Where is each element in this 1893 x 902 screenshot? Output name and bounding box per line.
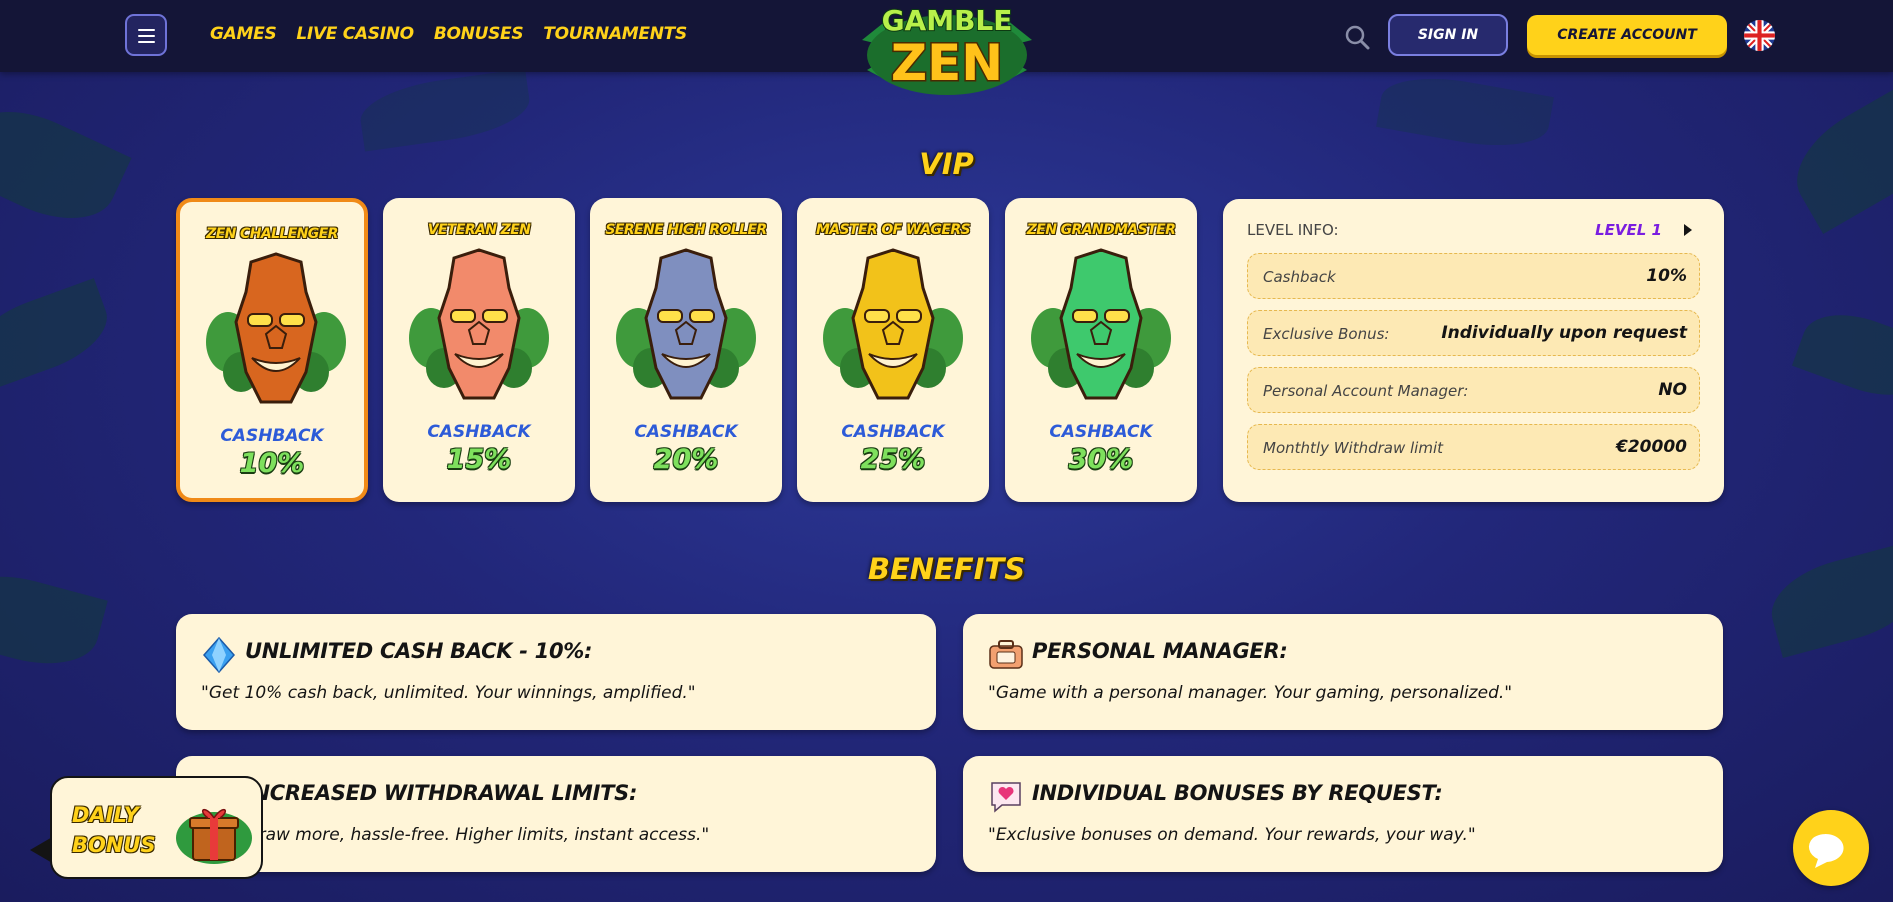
info-value: Individually upon request — [1441, 323, 1687, 343]
logo-text-gamble: GAMBLE — [882, 4, 1013, 37]
tier-cashback-percent: 30% — [1068, 444, 1134, 475]
vip-tier-card[interactable]: SERENE HIGH ROLLER CASHBACK 20% — [590, 198, 782, 502]
level-info-label: LEVEL INFO: — [1247, 221, 1339, 239]
leaf-decoration — [356, 68, 534, 152]
daily-bonus-line1: DAILY — [72, 803, 139, 827]
benefit-title: PERSONAL MANAGER: — [1032, 639, 1288, 663]
tiki-mask-icon — [616, 248, 756, 400]
benefit-desc: "Withdraw more, hassle-free. Higher limi… — [201, 825, 710, 845]
info-value: NO — [1658, 380, 1687, 400]
info-value: €20000 — [1616, 437, 1687, 457]
benefit-title: INDIVIDUAL BONUSES BY REQUEST: — [1032, 781, 1443, 805]
benefit-title: INCREASED WITHDRAWAL LIMITS: — [245, 781, 638, 805]
main-nav: GAMES LIVE CASINO BONUSES TOURNAMENTS — [210, 24, 687, 44]
tier-cashback-label: CASHBACK — [427, 422, 531, 442]
tier-cashback-percent: 10% — [239, 448, 305, 479]
benefits-title: BENEFITS — [867, 552, 1026, 586]
heart-message-icon — [991, 782, 1021, 813]
daily-bonus-widget[interactable]: DAILY BONUS — [50, 776, 263, 879]
benefit-desc: "Exclusive bonuses on demand. Your rewar… — [988, 825, 1476, 845]
tier-cashback-label: CASHBACK — [220, 426, 324, 446]
info-row-cashback: Cashback 10% — [1247, 253, 1700, 299]
daily-bonus-label: DAILY BONUS — [72, 800, 162, 860]
nav-tournaments[interactable]: TOURNAMENTS — [543, 24, 687, 44]
next-level-arrow-icon[interactable] — [1684, 224, 1692, 236]
logo-text-zen: ZEN — [891, 34, 1003, 92]
nav-games[interactable]: GAMES — [210, 24, 277, 44]
tier-name: ZEN CHALLENGER — [206, 226, 338, 242]
live-chat-button[interactable] — [1793, 810, 1869, 886]
info-value: 10% — [1646, 266, 1687, 286]
info-row-account-manager: Personal Account Manager: NO — [1247, 367, 1700, 413]
tiki-mask-icon — [206, 252, 346, 404]
manager-icon — [989, 640, 1023, 669]
leaf-decoration — [1376, 67, 1554, 157]
tier-cashback-percent: 20% — [653, 444, 719, 475]
tier-cashback-label: CASHBACK — [841, 422, 945, 442]
gift-icon — [176, 808, 252, 864]
sign-in-button[interactable]: SIGN IN — [1388, 14, 1508, 56]
info-row-exclusive-bonus: Exclusive Bonus: Individually upon reque… — [1247, 310, 1700, 356]
tier-cashback-label: CASHBACK — [634, 422, 738, 442]
tiki-mask-icon — [409, 248, 549, 400]
tier-name: VETERAN ZEN — [427, 222, 531, 238]
vip-tier-card[interactable]: VETERAN ZEN CASHBACK 15% — [383, 198, 575, 502]
search-icon[interactable] — [1344, 24, 1370, 50]
benefit-desc: "Game with a personal manager. Your gami… — [988, 683, 1513, 703]
diamond-icon — [202, 636, 236, 674]
leaf-decoration — [0, 278, 118, 392]
info-key: Cashback — [1263, 268, 1336, 286]
benefit-card-withdrawal: INCREASED WITHDRAWAL LIMITS: "Withdraw m… — [176, 756, 936, 872]
vip-tier-card[interactable]: MASTER OF WAGERS CASHBACK 25% — [797, 198, 989, 502]
hamburger-menu-button[interactable] — [125, 14, 167, 56]
info-row-withdraw-limit: Monthtly Withdraw limit €20000 — [1247, 424, 1700, 470]
vip-tier-card[interactable]: ZEN GRANDMASTER CASHBACK 30% — [1005, 198, 1197, 502]
nav-live-casino[interactable]: LIVE CASINO — [296, 24, 414, 44]
level-info-panel: LEVEL INFO: LEVEL 1 Cashback 10% Exclusi… — [1223, 199, 1724, 502]
info-key: Personal Account Manager: — [1263, 382, 1469, 400]
benefit-card-manager: PERSONAL MANAGER: "Game with a personal … — [963, 614, 1723, 730]
tiki-mask-icon — [1031, 248, 1171, 400]
uk-flag-icon[interactable] — [1744, 20, 1775, 51]
daily-bonus-line2: BONUS — [72, 833, 156, 857]
benefit-card-cashback: UNLIMITED CASH BACK - 10%: "Get 10% cash… — [176, 614, 936, 730]
vip-title: VIP — [919, 147, 974, 181]
benefit-desc: "Get 10% cash back, unlimited. Your winn… — [201, 683, 696, 703]
tier-cashback-percent: 15% — [446, 444, 512, 475]
info-key: Exclusive Bonus: — [1263, 325, 1390, 343]
tier-name: MASTER OF WAGERS — [815, 222, 971, 238]
chat-bubble-icon — [1808, 834, 1844, 868]
tiki-mask-icon — [823, 248, 963, 400]
level-value[interactable]: LEVEL 1 — [1595, 221, 1662, 239]
tier-cashback-label: CASHBACK — [1049, 422, 1153, 442]
create-account-button[interactable]: CREATE ACCOUNT — [1527, 15, 1727, 55]
info-key: Monthtly Withdraw limit — [1263, 439, 1444, 457]
benefit-title: UNLIMITED CASH BACK - 10%: — [245, 639, 593, 663]
tier-cashback-percent: 25% — [860, 444, 926, 475]
vip-tier-card[interactable]: ZEN CHALLENGER CASHBACK 10% — [176, 198, 368, 502]
tier-name: ZEN GRANDMASTER — [1026, 222, 1176, 238]
gamble-zen-logo[interactable]: GAMBLE ZEN — [852, 0, 1042, 98]
nav-bonuses[interactable]: BONUSES — [434, 24, 524, 44]
benefit-card-individual-bonuses: INDIVIDUAL BONUSES BY REQUEST: "Exclusiv… — [963, 756, 1723, 872]
leaf-decoration — [1791, 299, 1893, 411]
tier-name: SERENE HIGH ROLLER — [605, 222, 767, 238]
